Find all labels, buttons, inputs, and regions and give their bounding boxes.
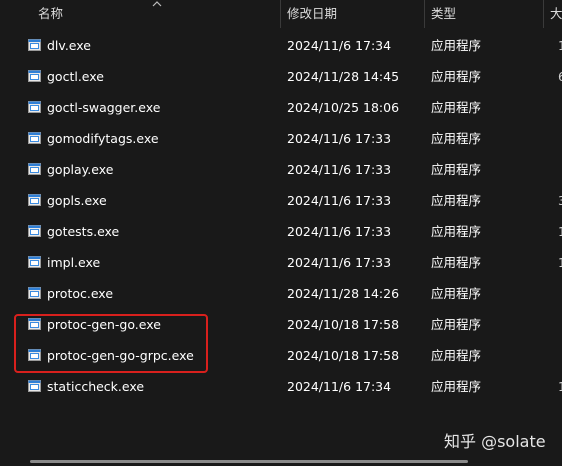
file-name: gomodifytags.exe: [47, 131, 159, 146]
file-name: staticcheck.exe: [47, 379, 145, 394]
column-divider[interactable]: [543, 0, 544, 28]
application-file-icon: [28, 287, 41, 299]
column-header-date[interactable]: 修改日期: [287, 0, 417, 28]
file-modified-date: 2024/11/6 17:33: [287, 224, 392, 239]
file-row[interactable]: goplay.exe 2024/11/6 17:33 应用程序: [0, 154, 562, 185]
file-type: 应用程序: [431, 69, 482, 84]
application-file-icon: [28, 256, 41, 268]
file-explorer: 名称 修改日期 类型 大 dlv.exe 2024/11/6 17:34 应用程序 1…: [0, 0, 562, 466]
column-header-size[interactable]: 大: [550, 0, 562, 28]
application-file-icon: [28, 70, 41, 82]
file-size: [558, 309, 562, 340]
file-size: [558, 340, 562, 371]
file-type: 应用程序: [431, 286, 482, 301]
file-type: 应用程序: [431, 162, 482, 177]
file-size: 1: [558, 224, 562, 239]
file-type: 应用程序: [431, 317, 482, 332]
application-file-icon: [28, 101, 41, 113]
file-row[interactable]: gopls.exe 2024/11/6 17:33 应用程序 3: [0, 185, 562, 216]
file-size: [558, 278, 562, 309]
file-row[interactable]: staticcheck.exe 2024/11/6 17:34 应用程序 1: [0, 371, 562, 402]
file-row[interactable]: impl.exe 2024/11/6 17:33 应用程序 1: [0, 247, 562, 278]
file-size: 1: [558, 38, 562, 53]
file-name: gotests.exe: [47, 224, 120, 239]
watermark: 知乎 @solate: [444, 432, 546, 451]
file-size: [558, 92, 562, 123]
file-type: 应用程序: [431, 100, 482, 115]
file-modified-date: 2024/10/25 18:06: [287, 100, 400, 115]
file-name: impl.exe: [47, 255, 101, 270]
file-type: 应用程序: [431, 193, 482, 208]
file-type: 应用程序: [431, 224, 482, 239]
file-size: [558, 123, 562, 154]
application-file-icon: [28, 163, 41, 175]
file-type: 应用程序: [431, 348, 482, 363]
column-header-type[interactable]: 类型: [431, 0, 531, 28]
file-size: 3: [558, 193, 562, 208]
application-file-icon: [28, 132, 41, 144]
file-type: 应用程序: [431, 255, 482, 270]
column-divider[interactable]: [424, 0, 425, 28]
file-modified-date: 2024/11/6 17:34: [287, 379, 392, 394]
file-size: [558, 154, 562, 185]
file-modified-date: 2024/11/6 17:33: [287, 193, 392, 208]
file-name: goctl-swagger.exe: [47, 100, 161, 115]
file-name: protoc.exe: [47, 286, 114, 301]
column-header-name[interactable]: 名称: [38, 0, 268, 28]
file-name: goctl.exe: [47, 69, 104, 84]
file-modified-date: 2024/11/6 17:33: [287, 255, 392, 270]
file-modified-date: 2024/11/28 14:26: [287, 286, 400, 301]
file-name: gopls.exe: [47, 193, 107, 208]
application-file-icon: [28, 39, 41, 51]
file-row[interactable]: protoc.exe 2024/11/28 14:26 应用程序: [0, 278, 562, 309]
highlight-annotation: [14, 314, 208, 373]
file-row[interactable]: gotests.exe 2024/11/6 17:33 应用程序 1: [0, 216, 562, 247]
column-header-bar: 名称 修改日期 类型 大: [0, 0, 562, 28]
file-name: goplay.exe: [47, 162, 114, 177]
file-modified-date: 2024/10/18 17:58: [287, 317, 400, 332]
application-file-icon: [28, 225, 41, 237]
application-file-icon: [28, 194, 41, 206]
file-type: 应用程序: [431, 379, 482, 394]
application-file-icon: [28, 380, 41, 392]
file-modified-date: 2024/11/28 14:45: [287, 69, 400, 84]
file-modified-date: 2024/11/6 17:33: [287, 162, 392, 177]
file-row[interactable]: goctl.exe 2024/11/28 14:45 应用程序 6: [0, 61, 562, 92]
file-row[interactable]: gomodifytags.exe 2024/11/6 17:33 应用程序: [0, 123, 562, 154]
file-modified-date: 2024/10/18 17:58: [287, 348, 400, 363]
file-name: dlv.exe: [47, 38, 91, 53]
file-row[interactable]: dlv.exe 2024/11/6 17:34 应用程序 1: [0, 30, 562, 61]
file-size: 1: [558, 379, 562, 394]
file-size: 1: [558, 255, 562, 270]
file-modified-date: 2024/11/6 17:33: [287, 131, 392, 146]
column-divider[interactable]: [280, 0, 281, 28]
file-type: 应用程序: [431, 131, 482, 146]
file-modified-date: 2024/11/6 17:34: [287, 38, 392, 53]
horizontal-scrollbar[interactable]: [30, 460, 468, 463]
file-row[interactable]: goctl-swagger.exe 2024/10/25 18:06 应用程序: [0, 92, 562, 123]
file-type: 应用程序: [431, 38, 482, 53]
file-size: 6: [558, 69, 562, 84]
